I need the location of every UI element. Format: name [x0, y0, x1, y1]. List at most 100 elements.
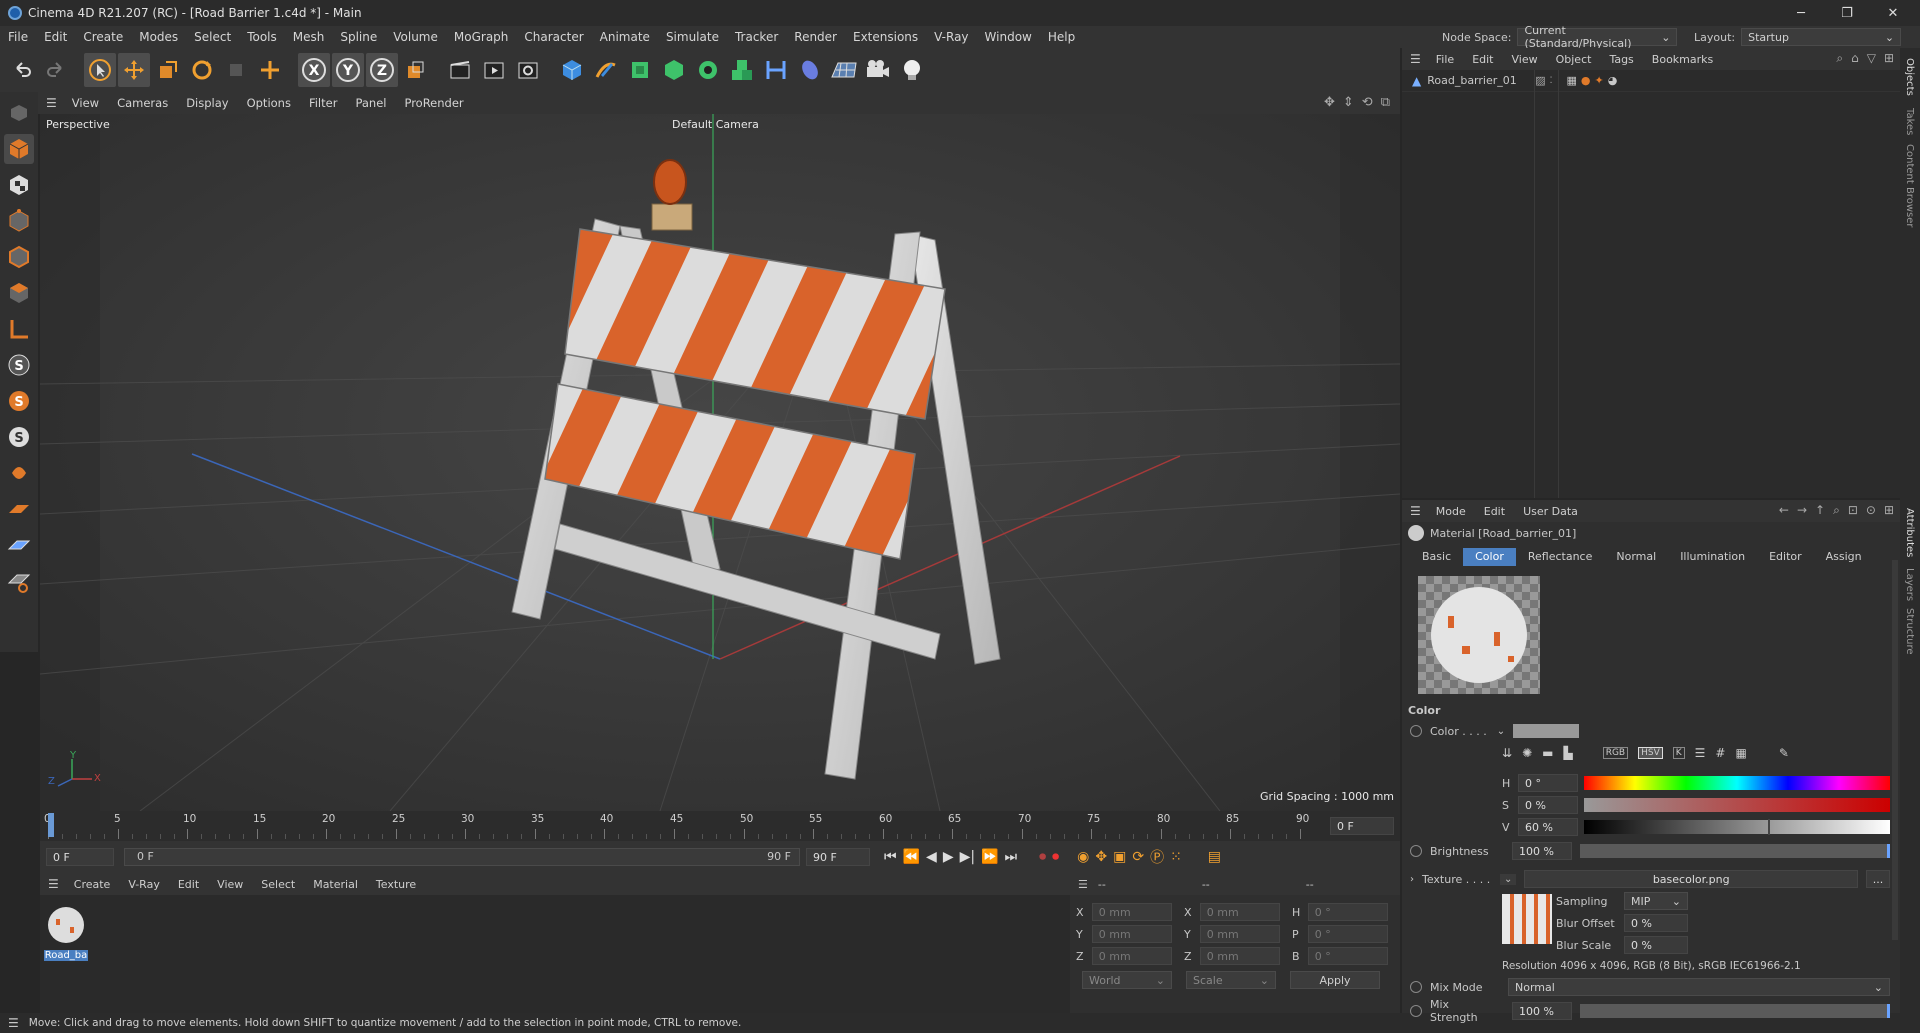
swatches-icon[interactable]: ▦: [1735, 746, 1746, 760]
mat-menu-create[interactable]: Create: [65, 878, 120, 891]
minimize-button[interactable]: ─: [1778, 0, 1824, 26]
mat-menu-view[interactable]: View: [208, 878, 252, 891]
value-slider[interactable]: [1584, 819, 1890, 835]
coord-size-field[interactable]: 0 mm: [1199, 903, 1280, 921]
play-forward-icon[interactable]: ▶: [943, 849, 954, 865]
hamburger-menu-icon[interactable]: ☰: [46, 96, 57, 110]
mixer-icon[interactable]: ☰: [1695, 746, 1706, 760]
pan-view-icon[interactable]: ✥: [1324, 95, 1335, 110]
pen-spline-button[interactable]: [590, 53, 622, 87]
color-wheel-icon[interactable]: ✺: [1522, 746, 1532, 760]
chevron-down-icon[interactable]: ⌄: [1497, 726, 1505, 737]
normal-tag-icon[interactable]: ✦: [1595, 74, 1604, 87]
attr-menu-edit[interactable]: Edit: [1475, 505, 1514, 518]
obj-menu-object[interactable]: Object: [1547, 53, 1601, 66]
menu-file[interactable]: File: [0, 26, 36, 48]
chevron-down-icon[interactable]: ⌄: [1500, 873, 1517, 885]
brightness-animate-radio[interactable]: [1410, 845, 1422, 857]
render-view-button[interactable]: [444, 53, 476, 87]
points-mode-button[interactable]: [4, 206, 34, 236]
light-button[interactable]: [896, 53, 928, 87]
menu-window[interactable]: Window: [977, 26, 1040, 48]
render-settings-button[interactable]: [512, 53, 544, 87]
apply-button[interactable]: Apply: [1290, 971, 1380, 989]
perspective-viewport[interactable]: Perspective Default Camera Grid Spacing …: [40, 114, 1400, 811]
texture-browse-button[interactable]: ...: [1866, 870, 1890, 888]
side-tab-takes[interactable]: Takes: [1904, 108, 1915, 135]
mix-strength-field[interactable]: 100 %: [1512, 1002, 1572, 1020]
locked-workplane-button[interactable]: [4, 530, 34, 560]
mat-menu-edit[interactable]: Edit: [169, 878, 208, 891]
previous-key-icon[interactable]: ⏪: [903, 849, 920, 865]
floor-button[interactable]: [828, 53, 860, 87]
menu-tracker[interactable]: Tracker: [727, 26, 786, 48]
material-thumbnail[interactable]: Road_ba: [44, 905, 88, 961]
mat-menu-vray[interactable]: V-Ray: [119, 878, 169, 891]
hue-field[interactable]: 0 °: [1518, 774, 1578, 792]
blur-scale-field[interactable]: 0 %: [1624, 936, 1688, 954]
menu-extensions[interactable]: Extensions: [845, 26, 926, 48]
object-name[interactable]: Road_barrier_01: [1427, 74, 1527, 87]
next-key-icon[interactable]: ⏩: [981, 849, 998, 865]
key-scale-icon[interactable]: ▣: [1113, 849, 1126, 865]
back-arrow-icon[interactable]: ←: [1779, 503, 1789, 518]
frame-range-slider[interactable]: 0 F 90 F: [124, 848, 800, 866]
model-mode-button[interactable]: [4, 134, 34, 164]
menu-tools[interactable]: Tools: [239, 26, 285, 48]
environment-button[interactable]: [794, 53, 826, 87]
obj-menu-view[interactable]: View: [1503, 53, 1547, 66]
object-row[interactable]: ▲ Road_barrier_01 ▨ ⁚ ▦ ● ✦ ◕: [1402, 70, 1900, 92]
value-slider-handle[interactable]: [1767, 819, 1770, 835]
workplane-button[interactable]: [4, 494, 34, 524]
mat-menu-select[interactable]: Select: [252, 878, 304, 891]
planar-workplane-button[interactable]: [4, 566, 34, 596]
kelvin-mode-button[interactable]: K: [1672, 747, 1685, 759]
undo-button[interactable]: [6, 53, 38, 87]
menu-volume[interactable]: Volume: [385, 26, 446, 48]
home-icon[interactable]: ⌂: [1851, 51, 1859, 66]
brightness-slider[interactable]: [1580, 844, 1890, 858]
phong-tag-icon[interactable]: ●: [1581, 74, 1591, 87]
tab-reflectance[interactable]: Reflectance: [1516, 548, 1605, 566]
tab-editor[interactable]: Editor: [1757, 548, 1814, 566]
mat-menu-material[interactable]: Material: [304, 878, 367, 891]
menu-select[interactable]: Select: [186, 26, 239, 48]
mix-mode-dropdown[interactable]: Normal ⌄: [1508, 978, 1890, 996]
viewport-menu-filter[interactable]: Filter: [300, 96, 346, 110]
snap-button[interactable]: S: [4, 350, 34, 380]
maximize-button[interactable]: ❐: [1824, 0, 1870, 26]
orbit-view-icon[interactable]: ⟲: [1362, 95, 1373, 110]
coord-position-field[interactable]: 0 mm: [1091, 903, 1172, 921]
key-rotation-icon[interactable]: ⟳: [1132, 849, 1144, 865]
eyedropper-icon[interactable]: ✎: [1779, 746, 1789, 760]
layout-dropdown[interactable]: Startup ⌄: [1741, 28, 1902, 46]
tweak-mode-button[interactable]: [4, 458, 34, 488]
saturation-field[interactable]: 0 %: [1518, 796, 1578, 814]
up-arrow-icon[interactable]: ↑: [1815, 503, 1825, 518]
menu-modes[interactable]: Modes: [131, 26, 186, 48]
camera-label[interactable]: Default Camera: [672, 118, 759, 131]
mix-strength-animate-radio[interactable]: [1410, 1005, 1422, 1017]
hex-icon[interactable]: #: [1715, 746, 1725, 760]
viewport-menu-prorender[interactable]: ProRender: [395, 96, 472, 110]
record-active-objects-icon[interactable]: ⏺: [1039, 849, 1046, 865]
tab-illumination[interactable]: Illumination: [1668, 548, 1757, 566]
maximize-view-icon[interactable]: ⧉: [1381, 95, 1390, 110]
new-panel-icon[interactable]: ⊞: [1884, 503, 1894, 518]
obj-menu-tags[interactable]: Tags: [1600, 53, 1642, 66]
go-to-end-icon[interactable]: ⏭: [1005, 849, 1018, 865]
material-preview[interactable]: [1418, 576, 1540, 694]
make-editable-button[interactable]: [4, 98, 34, 128]
side-tab-layers[interactable]: Layers: [1904, 568, 1915, 601]
hamburger-menu-icon[interactable]: ☰: [1410, 504, 1421, 518]
hsv-mode-button[interactable]: HSV: [1638, 747, 1663, 759]
attr-menu-user-data[interactable]: User Data: [1514, 505, 1587, 518]
scale-tool-button[interactable]: [152, 53, 184, 87]
menu-mesh[interactable]: Mesh: [285, 26, 333, 48]
edges-mode-button[interactable]: [4, 242, 34, 272]
obj-menu-edit[interactable]: Edit: [1463, 53, 1502, 66]
color-animate-radio[interactable]: [1410, 725, 1422, 737]
side-tab-structure[interactable]: Structure: [1904, 608, 1915, 655]
menu-vray[interactable]: V-Ray: [926, 26, 976, 48]
camera-button[interactable]: [862, 53, 894, 87]
